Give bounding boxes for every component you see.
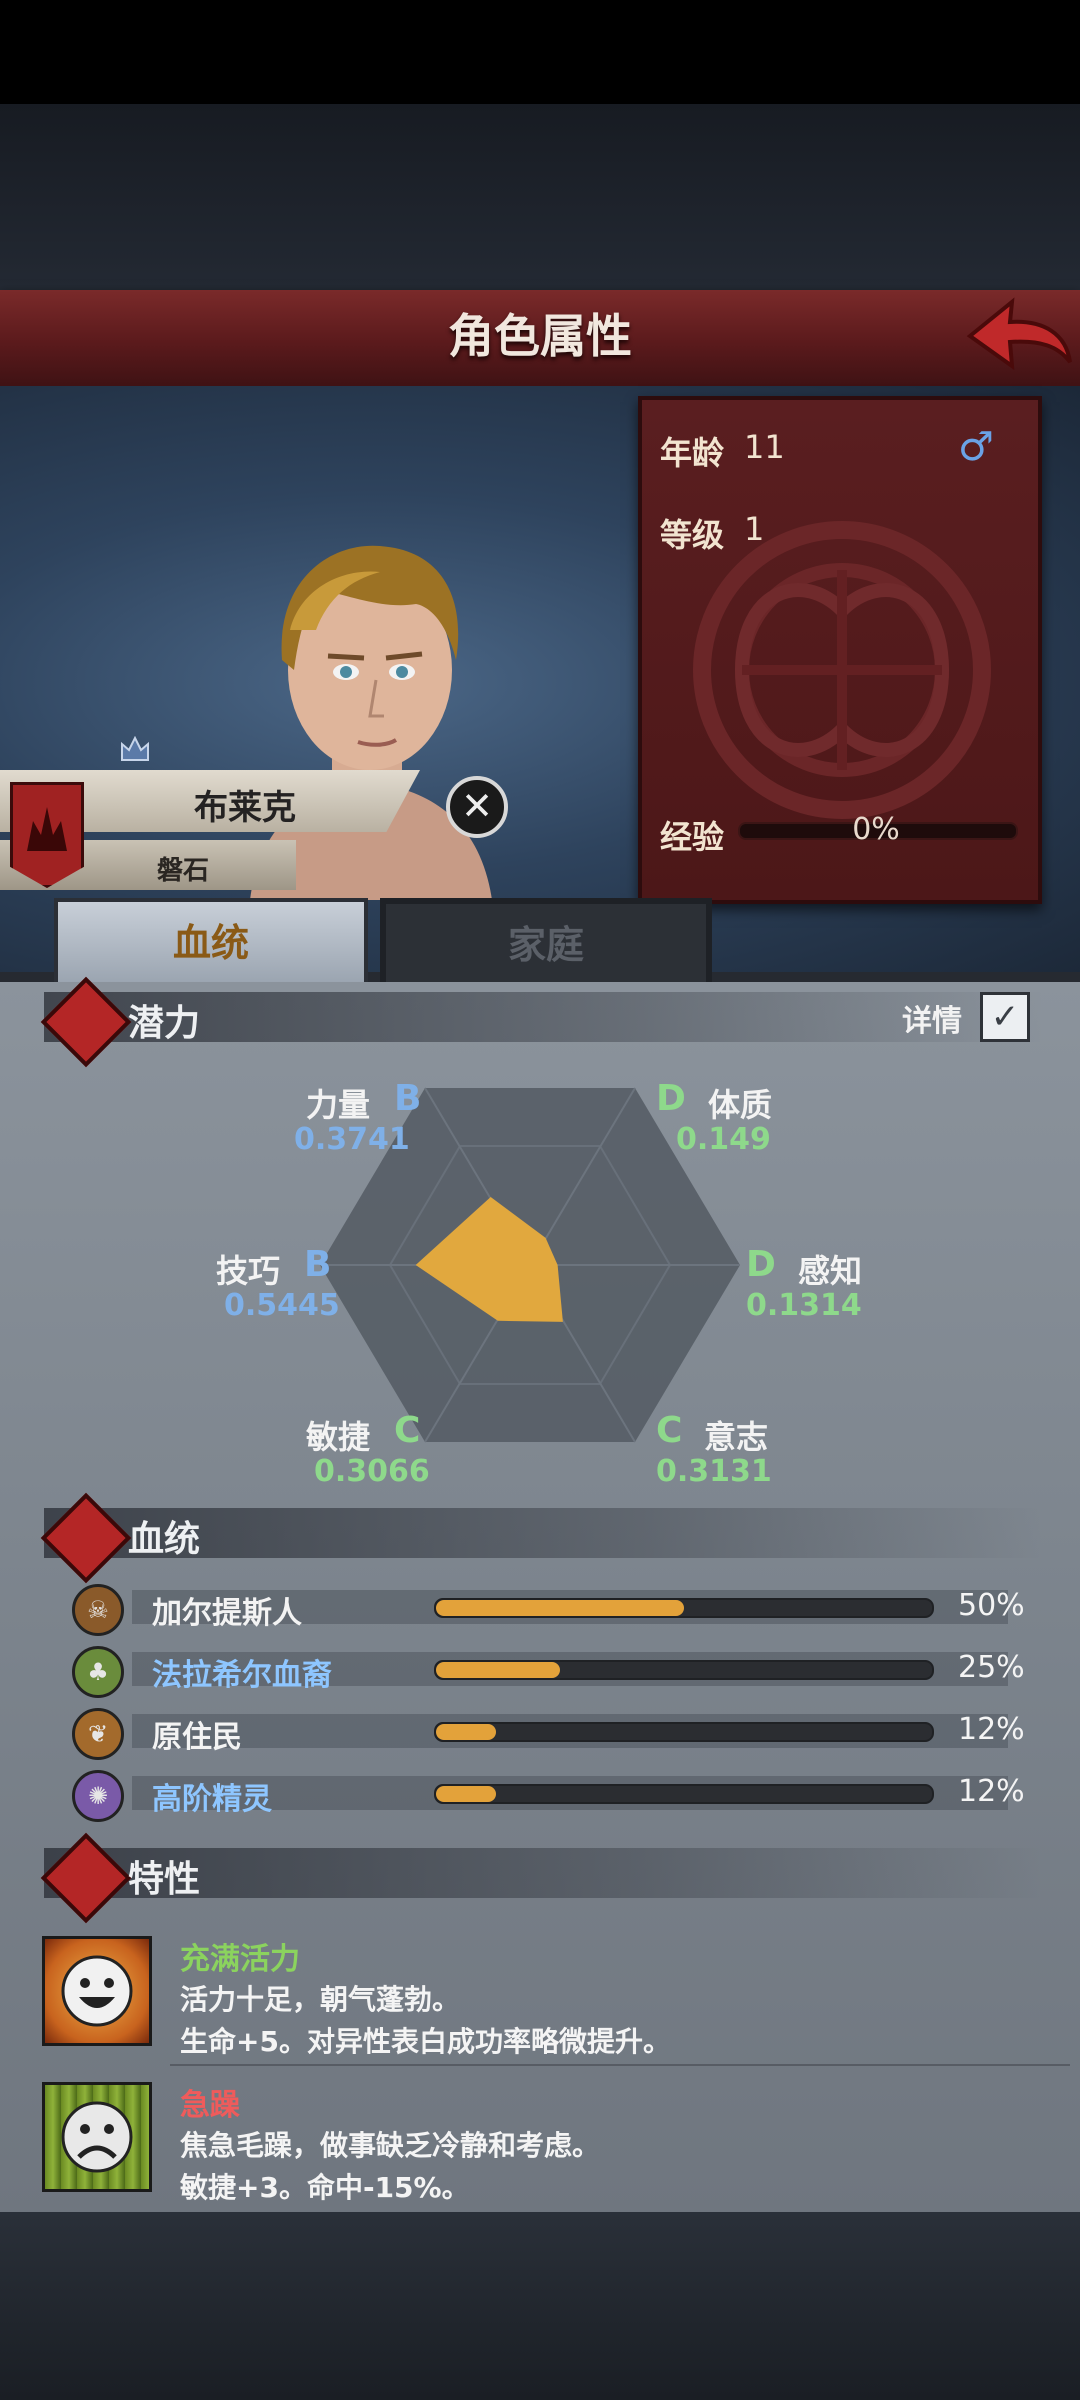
- potential-title: 潜力: [128, 1003, 201, 1044]
- attr-will-grade: C: [656, 1410, 683, 1451]
- exp-label: 经验: [660, 818, 725, 856]
- trait-name: 急躁: [180, 2088, 240, 2123]
- tree-icon: ♣: [72, 1646, 124, 1698]
- bloodline-name: 加尔提斯人: [152, 1596, 302, 1631]
- status-bar: [0, 0, 1080, 104]
- horned-skull-icon: ☠: [72, 1584, 124, 1636]
- trait-effect: 敏捷+3。命中-15%。: [180, 2171, 470, 2204]
- bloodline-title: 血统: [128, 1519, 201, 1560]
- attr-skill-value: 0.5445: [224, 1288, 340, 1323]
- trait-effect: 生命+5。对异性表白成功率略微提升。: [180, 2025, 671, 2058]
- age-value: 11: [744, 428, 785, 466]
- character-name: 布莱克: [194, 788, 296, 828]
- exp-value: 0%: [852, 812, 900, 847]
- attr-constitution-name: 体质: [708, 1086, 773, 1124]
- attr-strength-name: 力量: [306, 1086, 371, 1124]
- attr-strength-value: 0.3741: [294, 1122, 410, 1157]
- trait-description: 焦急毛躁，做事缺乏冷静和考虑。: [180, 2129, 601, 2162]
- bloodline-bar-fill: [436, 1724, 496, 1740]
- attr-perception-value: 0.1314: [746, 1288, 862, 1323]
- tab-family[interactable]: 家庭: [380, 898, 712, 992]
- attr-agility-value: 0.3066: [314, 1454, 430, 1489]
- details-label: 详情: [902, 1004, 962, 1039]
- bloodline-row[interactable]: ♣ 法拉希尔血裔 25%: [72, 1646, 1072, 1698]
- trait-description: 活力十足，朝气蓬勃。: [180, 1983, 461, 2016]
- faction-banner-icon: [10, 782, 84, 888]
- attr-will-name: 意志: [704, 1418, 769, 1456]
- bloodline-name: 高阶精灵: [152, 1782, 272, 1817]
- bloodline-name: 法拉希尔血裔: [152, 1658, 332, 1693]
- back-arrow-icon: [966, 297, 1072, 371]
- traits-title: 特性: [128, 1859, 201, 1900]
- attr-agility-name: 敏捷: [306, 1418, 371, 1456]
- leaf-icon: ❦: [72, 1708, 124, 1760]
- bloodline-bar-fill: [436, 1600, 684, 1616]
- trait-card[interactable]: [42, 1936, 152, 2046]
- bloodline-bar-fill: [436, 1662, 560, 1678]
- divider: [170, 2064, 1070, 2066]
- male-gender-icon: ♂: [958, 424, 994, 470]
- attr-perception-name: 感知: [798, 1252, 863, 1290]
- character-title: 磐石: [156, 856, 209, 886]
- attr-will-value: 0.3131: [656, 1454, 772, 1489]
- bloodline-bar-fill: [436, 1786, 496, 1802]
- rank-badge-icon: [121, 736, 149, 761]
- knot-emblem-icon: [693, 521, 991, 819]
- bloodline-percent: 50%: [958, 1588, 1025, 1623]
- arcane-rune-icon: ✺: [72, 1770, 124, 1822]
- attr-agility-grade: C: [394, 1410, 421, 1451]
- dismiss-button[interactable]: ✕: [446, 776, 508, 838]
- bloodline-row[interactable]: ☠ 加尔提斯人 50%: [72, 1584, 1072, 1636]
- bloodline-percent: 12%: [958, 1774, 1025, 1809]
- level-value: 1: [744, 510, 765, 548]
- page-title: 角色属性: [448, 309, 632, 363]
- bloodline-percent: 25%: [958, 1650, 1025, 1685]
- bloodline-bar: [434, 1598, 934, 1618]
- bloodline-name: 原住民: [152, 1720, 242, 1755]
- level-label: 等级: [660, 516, 725, 554]
- bloodline-bar: [434, 1722, 934, 1742]
- back-button[interactable]: [964, 296, 1074, 380]
- background-top: [0, 104, 1080, 290]
- trait-name: 充满活力: [180, 1942, 300, 1977]
- attr-skill-name: 技巧: [216, 1252, 281, 1290]
- attr-strength-grade: B: [394, 1078, 422, 1119]
- age-label: 年龄: [660, 434, 725, 472]
- attr-constitution-value: 0.149: [676, 1122, 771, 1157]
- bloodline-bar: [434, 1784, 934, 1804]
- details-checkbox[interactable]: ✓: [980, 992, 1030, 1042]
- bloodline-percent: 12%: [958, 1712, 1025, 1747]
- attr-constitution-grade: D: [656, 1078, 686, 1119]
- bloodline-bar: [434, 1660, 934, 1680]
- happy-face-icon: [61, 1955, 133, 2027]
- bloodline-row[interactable]: ✺ 高阶精灵 12%: [72, 1770, 1072, 1822]
- tab-bloodline[interactable]: 血统: [54, 898, 368, 984]
- background-bottom: [0, 2212, 1080, 2400]
- attr-skill-grade: B: [304, 1244, 332, 1285]
- bloodline-row[interactable]: ❦ 原住民 12%: [72, 1708, 1072, 1760]
- sad-face-icon: [61, 2101, 133, 2173]
- attr-perception-grade: D: [746, 1244, 776, 1285]
- trait-card[interactable]: [42, 2082, 152, 2192]
